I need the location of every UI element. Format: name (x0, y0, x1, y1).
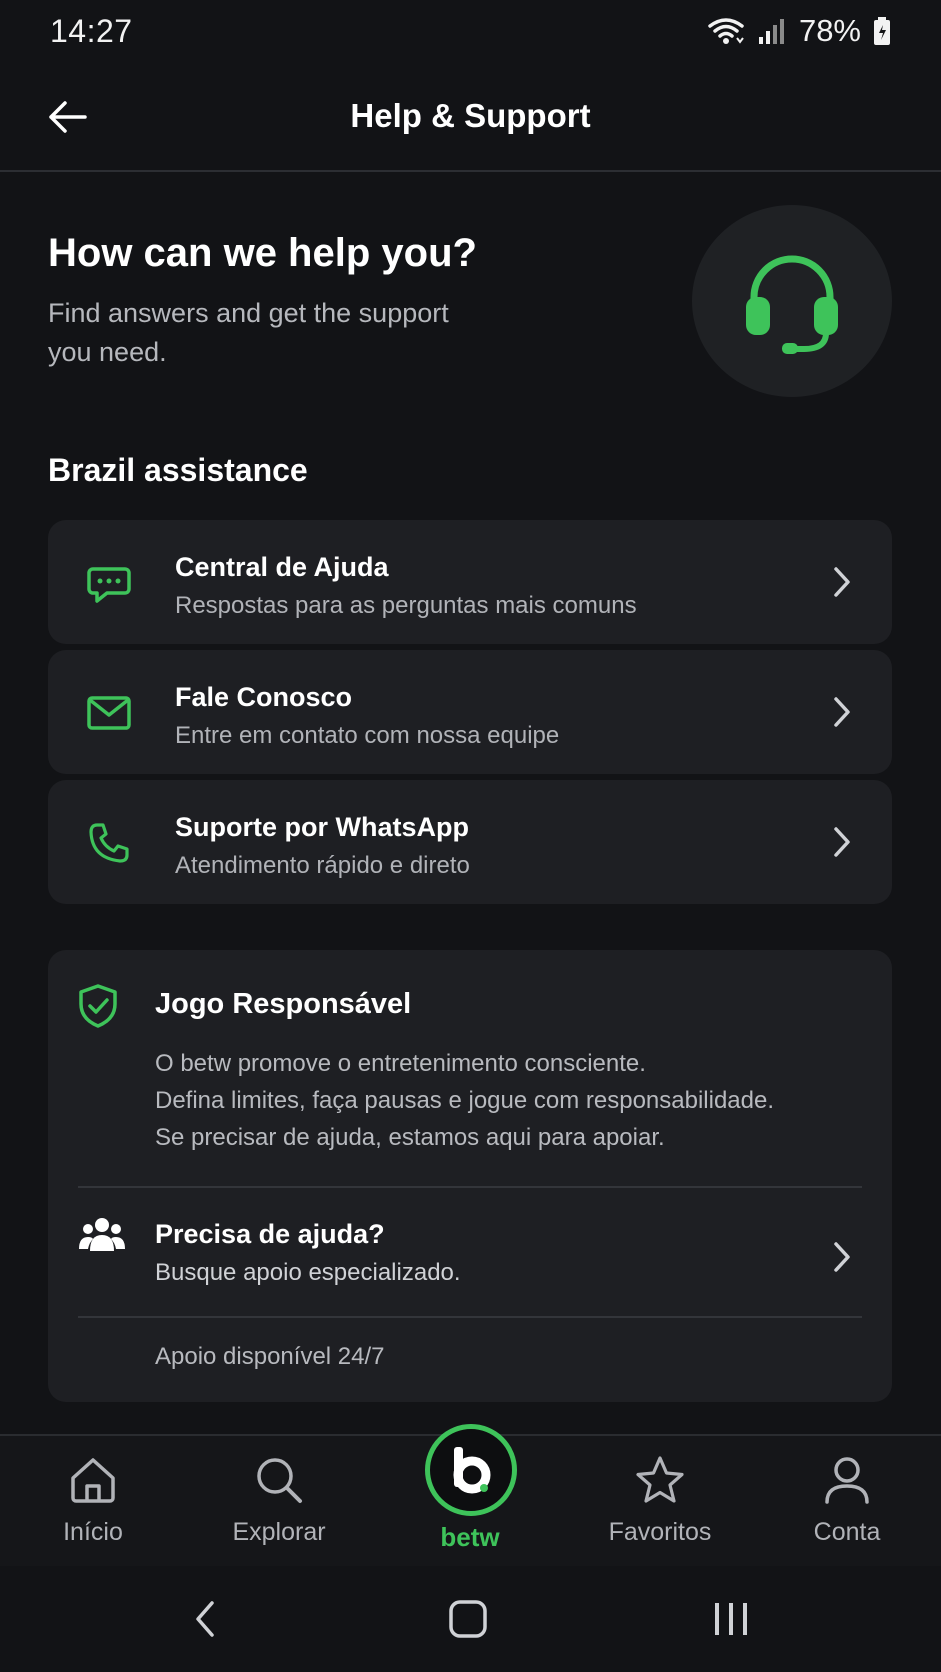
system-recents-button[interactable] (701, 1594, 761, 1644)
option-central-ajuda[interactable]: Central de Ajuda Respostas para as pergu… (48, 520, 892, 644)
hero-title: How can we help you? (48, 231, 477, 275)
arrow-left-icon (49, 101, 87, 133)
divider (78, 1316, 862, 1318)
hero-subtitle: Find answers and get the support you nee… (48, 294, 518, 372)
system-nav-bar (0, 1566, 941, 1672)
star-icon (634, 1454, 686, 1506)
option-text: Fale Conosco Entre em contato com nossa … (175, 680, 559, 752)
headset-badge (692, 205, 892, 397)
responsible-gaming-card: Jogo Responsável O betw promove o entret… (48, 950, 892, 1402)
nav-item-explorar[interactable]: Explorar (199, 1454, 359, 1564)
recents-icon (715, 1603, 747, 1635)
search-icon (253, 1454, 305, 1506)
wifi-icon (707, 16, 745, 46)
option-title: Suporte por WhatsApp (175, 812, 469, 842)
home-icon (67, 1454, 119, 1506)
status-time: 14:27 (50, 12, 133, 49)
hero-subtitle-line: Find answers and get the support (48, 298, 449, 328)
nav-item-inicio[interactable]: Início (13, 1454, 173, 1564)
responsible-body-line: Defina limites, faça pausas e jogue com … (155, 1087, 775, 1114)
availability-text: Apoio disponível 24/7 (155, 1343, 385, 1370)
option-subtitle: Entre em contato com nossa equipe (175, 722, 560, 749)
option-subtitle: Respostas para as perguntas mais comuns (175, 592, 637, 619)
rounded-square-icon (449, 1600, 487, 1638)
phone-icon (84, 818, 134, 868)
nav-item-conta[interactable]: Conta (767, 1454, 927, 1564)
responsible-body: O betw promove o entretenimento conscien… (155, 1045, 855, 1156)
chevron-left-icon (196, 1601, 214, 1637)
option-subtitle: Atendimento rápido e direto (175, 852, 470, 879)
chevron-right-icon (822, 1237, 862, 1277)
status-bar: 14:27 78% (0, 0, 941, 62)
option-fale-conosco[interactable]: Fale Conosco Entre em contato com nossa … (48, 650, 892, 774)
chevron-right-icon (822, 692, 862, 732)
nav-item-favoritos[interactable]: Favoritos (580, 1454, 740, 1564)
nav-label: Favoritos (608, 1518, 712, 1546)
responsible-title: Jogo Responsável (155, 988, 412, 1020)
user-icon (821, 1454, 873, 1506)
chat-bubble-icon (84, 558, 134, 608)
nav-label: betw (440, 1522, 500, 1552)
nav-item-betw[interactable]: betw (409, 1402, 531, 1566)
section-title: Brazil assistance (48, 452, 308, 488)
option-title: Central de Ajuda (175, 552, 389, 582)
battery-percent: 78% (798, 13, 861, 48)
nav-label: Explorar (232, 1518, 326, 1546)
responsible-body-line: Se precisar de ajuda, estamos aqui para … (155, 1124, 665, 1151)
page-title: Help & Support (350, 97, 591, 134)
system-back-button[interactable] (175, 1594, 235, 1644)
option-title: Fale Conosco (175, 682, 353, 712)
app-bar: Help & Support (0, 62, 941, 172)
shield-check-icon (78, 984, 122, 1032)
group-users-icon (78, 1215, 126, 1255)
hero-subtitle-line: you need. (48, 337, 167, 367)
option-text: Suporte por WhatsApp Atendimento rápido … (175, 810, 470, 882)
system-home-button[interactable] (438, 1594, 498, 1644)
option-text: Central de Ajuda Respostas para as pergu… (175, 550, 637, 622)
hero-section: How can we help you? Find answers and ge… (48, 226, 518, 372)
headset-icon (746, 255, 838, 354)
option-whatsapp[interactable]: Suporte por WhatsApp Atendimento rápido … (48, 780, 892, 904)
nav-label: Conta (813, 1518, 881, 1546)
mail-icon (84, 688, 134, 738)
battery-icon (873, 16, 891, 46)
nav-label: Início (63, 1518, 123, 1546)
chevron-right-icon (822, 562, 862, 602)
help-title: Precisa de ajuda? (155, 1219, 385, 1249)
betw-logo-icon (425, 1424, 517, 1516)
help-subtitle: Busque apoio especializado. (155, 1259, 461, 1286)
back-button[interactable] (40, 90, 94, 144)
help-needed-row[interactable]: Precisa de ajuda? Busque apoio especiali… (48, 1187, 892, 1305)
responsible-body-line: O betw promove o entretenimento conscien… (155, 1050, 646, 1077)
chevron-right-icon (822, 822, 862, 862)
signal-icon (757, 17, 787, 45)
status-indicators: 78% (707, 13, 891, 49)
